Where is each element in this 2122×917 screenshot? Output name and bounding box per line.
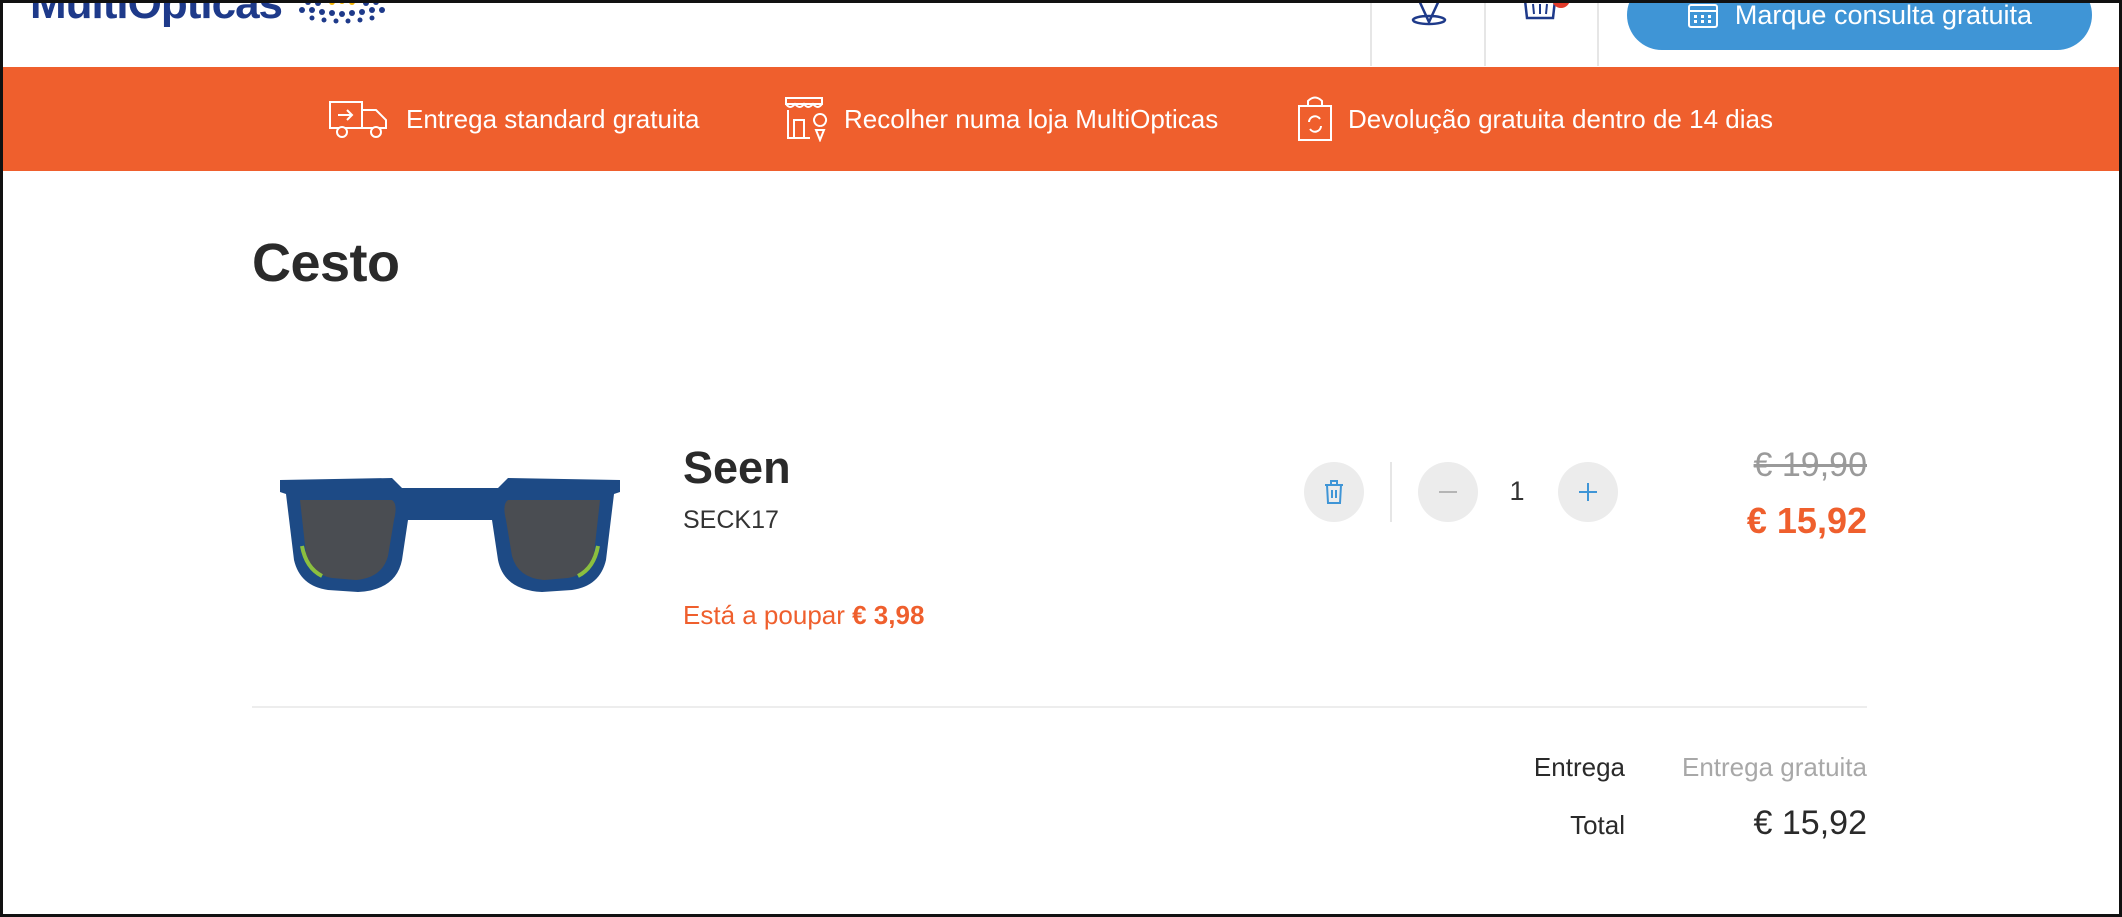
total-label: Total [1570, 810, 1625, 840]
savings-label: Está a poupar [683, 600, 845, 630]
logo-text: MultiOpticas [30, 0, 283, 28]
header-divider [1484, 0, 1486, 66]
original-price: € 19,90 [1753, 446, 1867, 484]
product-image-sunglasses[interactable] [272, 460, 628, 600]
logo-dots-icon [299, 0, 386, 24]
benefits-banner: Entrega standard gratuita Recolher numa … [0, 67, 2122, 171]
minus-icon [1439, 491, 1457, 493]
store-locator-button[interactable] [1373, 0, 1485, 66]
total-value: € 15,92 [1753, 804, 1867, 842]
product-name[interactable]: Seen [683, 442, 791, 494]
trash-icon [1325, 480, 1343, 504]
return-bag-icon [1298, 96, 1332, 141]
delivery-label: Entrega [1533, 752, 1625, 782]
header-divider [1597, 0, 1599, 66]
book-consultation-button[interactable]: Marque consulta gratuita [1627, 0, 2092, 50]
page-title: Cesto [252, 233, 400, 293]
consult-button-label: Marque consulta gratuita [1734, 0, 2033, 30]
increase-quantity-button[interactable] [1558, 462, 1618, 522]
banner-item-store-pickup: Recolher numa loja MultiOpticas [782, 67, 1218, 171]
header-divider [1370, 0, 1372, 66]
basket-icon [1523, 0, 1570, 20]
quantity-value[interactable]: 1 [1502, 476, 1532, 507]
banner-label: Devolução gratuita dentro de 14 dias [1348, 103, 1773, 134]
plus-icon [1579, 483, 1597, 501]
decrease-quantity-button[interactable] [1418, 462, 1478, 522]
remove-item-button[interactable] [1304, 462, 1364, 522]
calendar-icon [1687, 4, 1718, 28]
product-sku: SECK17 [683, 506, 779, 534]
discounted-price: € 15,92 [1746, 500, 1867, 541]
banner-item-free-delivery: Entrega standard gratuita [328, 67, 699, 171]
divider [252, 706, 1867, 708]
banner-label: Recolher numa loja MultiOpticas [844, 103, 1219, 134]
savings-text: Está a poupar € 3,98 [683, 600, 924, 631]
banner-label: Entrega standard gratuita [406, 103, 700, 134]
delivery-truck-icon [329, 101, 387, 138]
banner-item-free-returns: Devolução gratuita dentro de 14 dias [1296, 67, 1773, 171]
quantity-divider [1390, 462, 1392, 522]
savings-amount: € 3,98 [852, 600, 925, 630]
location-pin-icon [1411, 0, 1447, 26]
basket-button[interactable] [1487, 0, 1599, 66]
multiopticas-logo[interactable]: MultiOpticas [30, 0, 390, 34]
store-pickup-icon [785, 97, 828, 142]
delivery-value: Entrega gratuita [1681, 752, 1867, 782]
site-header: MultiOpticas Marque consulta gratuita [0, 0, 2122, 67]
